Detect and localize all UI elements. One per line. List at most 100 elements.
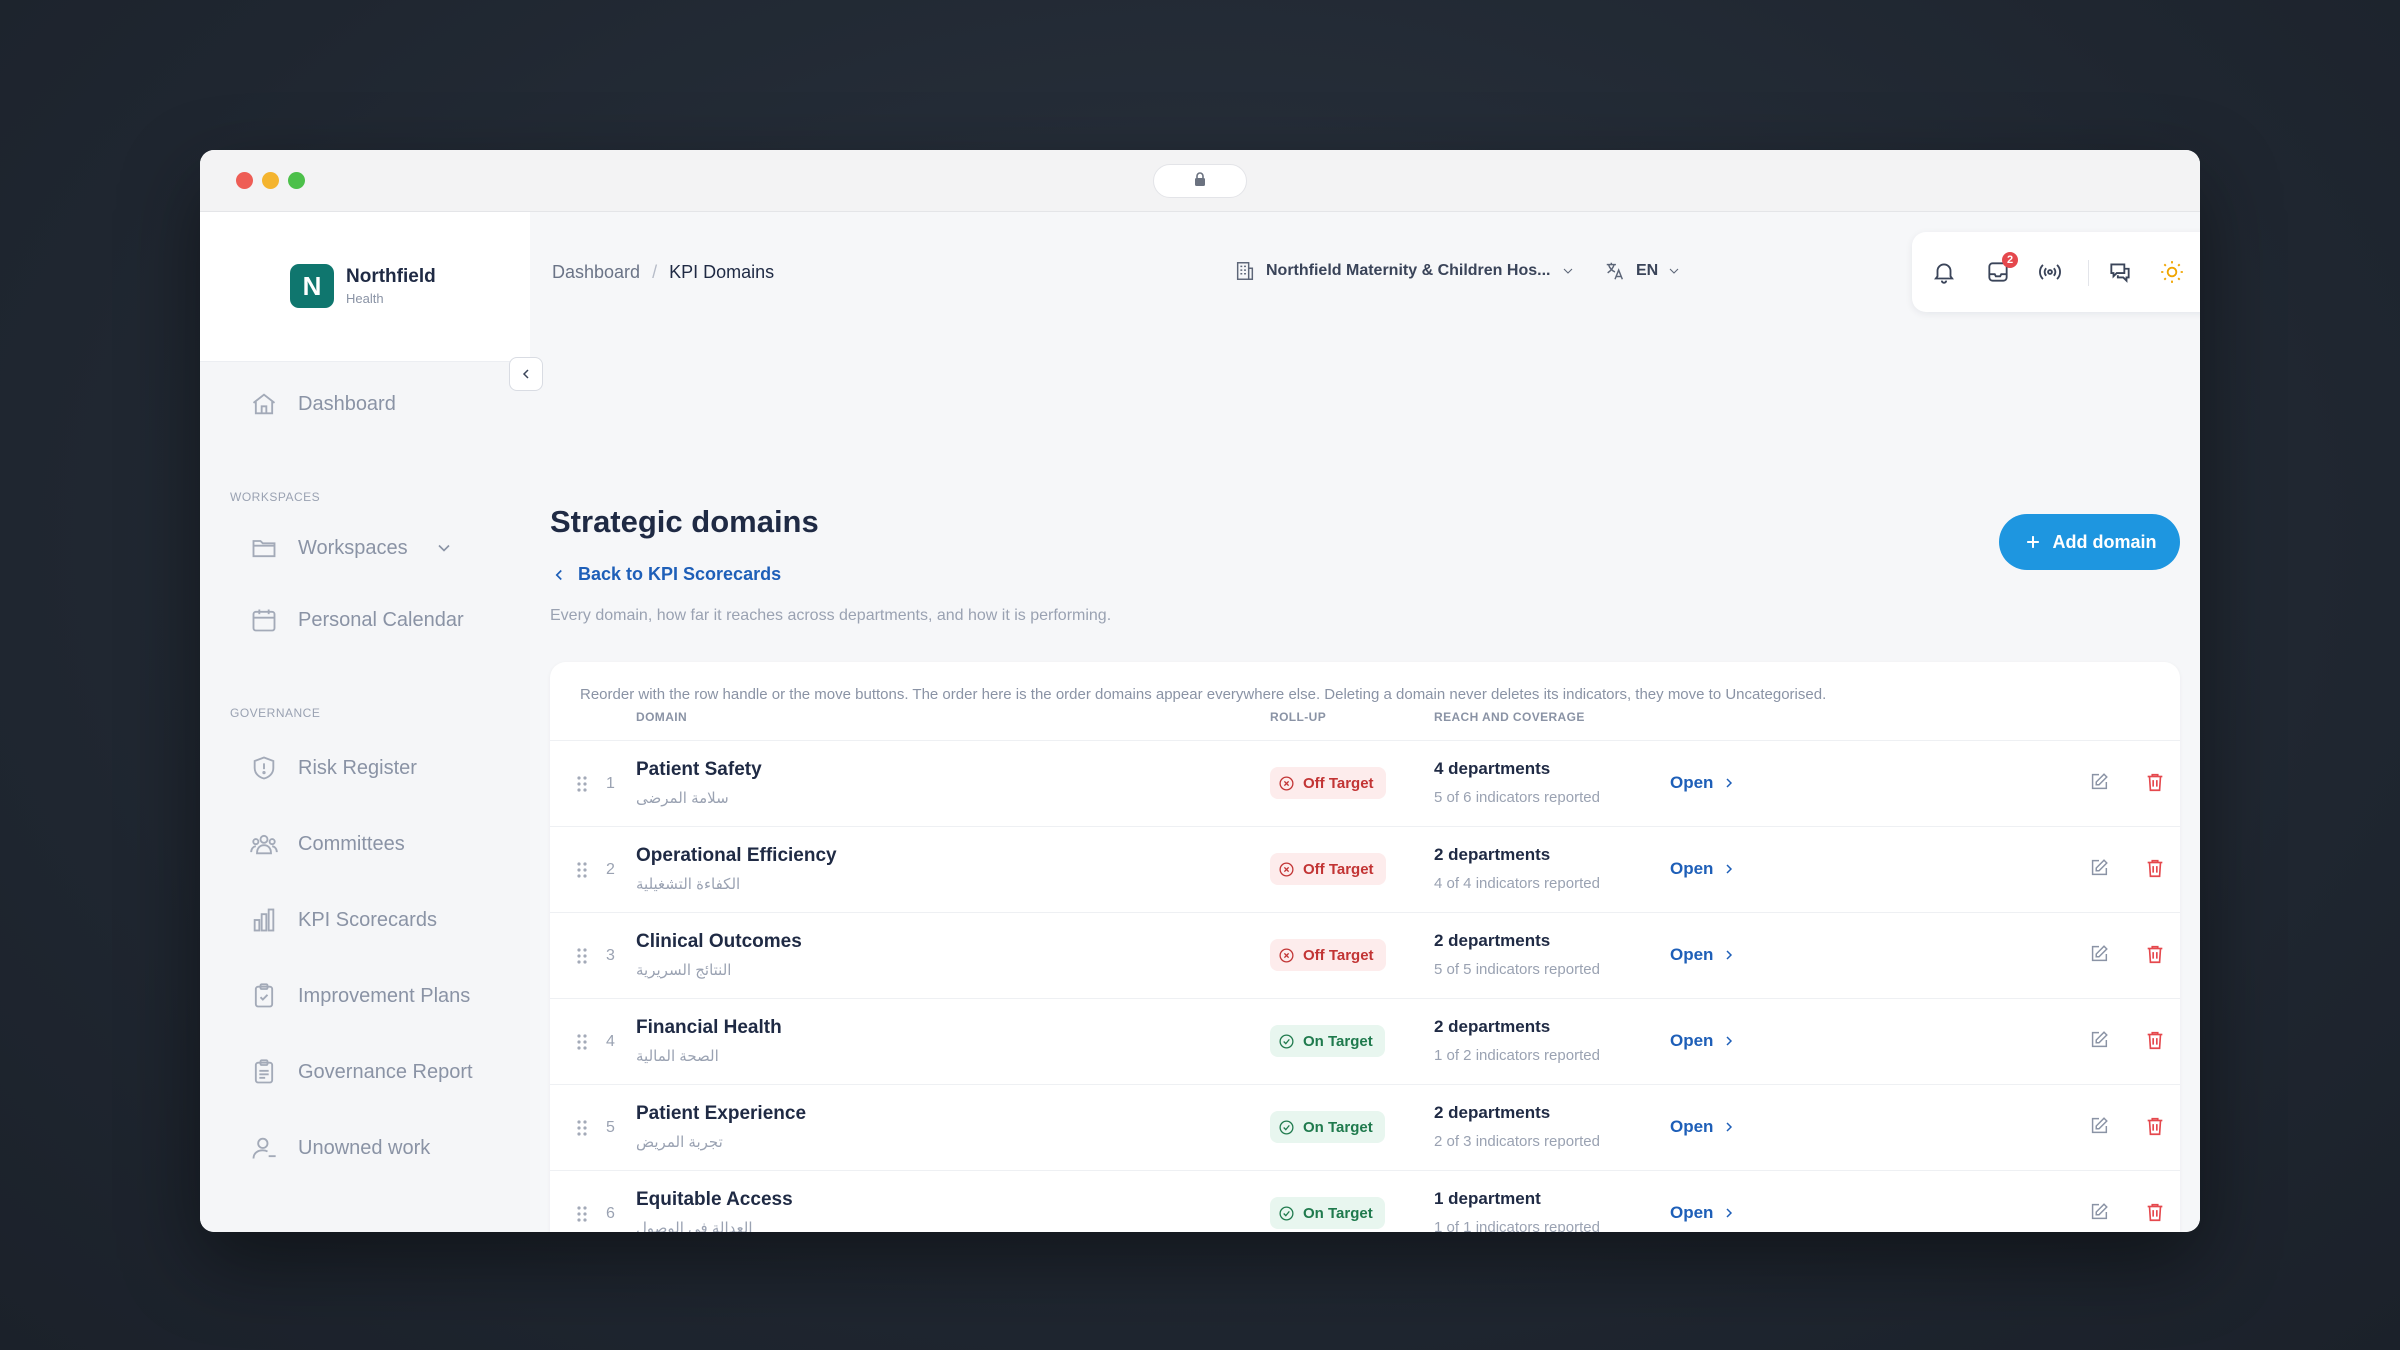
sidebar-item-label: Improvement Plans [298,984,471,1007]
drag-handle[interactable] [576,1205,588,1228]
hospital-selector[interactable]: Northfield Maternity & Children Hos... [1234,260,1576,282]
breadcrumb: Dashboard / KPI Domains [552,262,774,283]
chat-icon [2110,263,2130,283]
edit-domain-button[interactable] [2088,857,2114,883]
calendar-icon [252,609,276,632]
edit-icon [2091,1031,2108,1048]
chevron-down-icon [1564,268,1573,274]
section-label-workspaces: WORKSPACES [230,490,321,504]
edit-domain-button[interactable] [2088,1115,2114,1141]
sidebar-item-unowned-work[interactable]: Unowned work [250,1128,430,1168]
row-index: 1 [606,775,615,792]
open-label: Open [1670,773,1714,792]
report-icon [254,1059,274,1084]
edit-domain-button[interactable] [2088,771,2114,797]
trash-icon [2147,773,2163,792]
minimize-window-button[interactable] [262,172,279,189]
drag-handle[interactable] [576,1033,588,1056]
open-label: Open [1670,859,1714,878]
title-bar [200,150,2200,212]
open-domain-link[interactable]: Open [1670,945,1737,965]
drag-handle[interactable] [576,775,588,798]
messages-button[interactable] [2104,256,2136,288]
open-domain-link[interactable]: Open [1670,1031,1737,1051]
chevron-right-icon [1726,1122,1733,1132]
sidebar: N Northfield Health Dashboard WORKSPACES… [200,212,530,1232]
collapse-sidebar-button[interactable] [509,357,543,391]
row-index: 6 [606,1205,615,1222]
domain-name: Equitable Access [636,1189,793,1210]
table-row: 5 Patient Experience تجربة المريض On Target… [550,1084,2180,1170]
drag-handle[interactable] [576,861,588,884]
close-window-button[interactable] [236,172,253,189]
domain-arabic-name: الكفاءة التشغيلية [636,876,741,893]
open-domain-link[interactable]: Open [1670,773,1737,793]
x-circle-icon [1279,947,1294,963]
add-domain-button[interactable]: Add domain [1999,514,2180,570]
table-row: 1 Patient Safety سلامة المرضى Off Target 4 d… [550,740,2180,826]
domains-table: Reorder with the row handle or the move … [550,662,2180,1232]
drag-handle-icon [577,1034,587,1050]
open-domain-link[interactable]: Open [1670,859,1737,879]
address-bar[interactable] [1153,164,1247,198]
edit-domain-button[interactable] [2088,1029,2114,1055]
brand-logo[interactable]: N [290,264,334,308]
sidebar-item-personal-calendar[interactable]: Personal Calendar [250,600,464,640]
back-to-kpi-scorecards-link[interactable]: Back to KPI Scorecards [550,564,781,585]
edit-icon [2091,773,2108,790]
domain-arabic-name: سلامة المرضى [636,790,729,807]
delete-domain-button[interactable] [2144,1029,2170,1055]
reach-departments: 4 departments [1434,759,1551,778]
delete-domain-button[interactable] [2144,771,2170,797]
coverage-indicators: 1 of 2 indicators reported [1434,1047,1600,1064]
rollup-status-badge: On Target [1270,1111,1385,1143]
table-row: 2 Operational Efficiency الكفاءة التشغيلية… [550,826,2180,912]
domain-arabic-name: تجربة المريض [636,1134,723,1151]
open-label: Open [1670,1117,1714,1136]
lock-icon [1194,171,1206,191]
sidebar-item-dashboard[interactable]: Dashboard [250,384,396,424]
language-selector[interactable]: EN [1604,260,1682,282]
breadcrumb-dashboard-link[interactable]: Dashboard [552,262,640,283]
chevron-down-icon[interactable] [434,538,454,558]
page-title: Strategic domains [550,504,819,539]
notifications-button[interactable] [1928,256,1960,288]
edit-domain-button[interactable] [2088,943,2114,969]
drag-handle-icon [577,862,587,878]
delete-domain-button[interactable] [2144,1115,2170,1141]
sidebar-item-kpi-scorecards[interactable]: KPI Scorecards [250,900,437,940]
table-row: 3 Clinical Outcomes النتائج السريرية Off Ta… [550,912,2180,998]
delete-domain-button[interactable] [2144,943,2170,969]
reach-departments: 1 department [1434,1189,1541,1208]
open-domain-link[interactable]: Open [1670,1203,1737,1223]
rollup-status-badge: On Target [1270,1197,1385,1229]
tasks-button[interactable]: 2 [1982,252,2018,288]
drag-handle-icon [577,1120,587,1136]
maximize-window-button[interactable] [288,172,305,189]
edit-domain-button[interactable] [2088,1201,2114,1227]
reach-departments: 2 departments [1434,845,1551,864]
delete-domain-button[interactable] [2144,857,2170,883]
rollup-status-label: Off Target [1303,946,1374,964]
bell-icon [1934,263,1954,284]
toolbar-divider [2088,260,2089,286]
rollup-status-label: On Target [1303,1204,1373,1222]
drag-handle[interactable] [576,1119,588,1142]
translate-icon [1606,262,1624,280]
sidebar-item-committees[interactable]: Committees [250,824,405,864]
breadcrumb-separator: / [652,262,658,282]
broadcast-button[interactable] [2034,256,2066,288]
delete-domain-button[interactable] [2144,1201,2170,1227]
bar-chart-icon [253,908,275,932]
theme-toggle-button[interactable] [2156,256,2188,288]
open-domain-link[interactable]: Open [1670,1117,1737,1137]
edit-icon [2091,945,2108,962]
sidebar-item-workspaces[interactable]: Workspaces [250,528,474,568]
rollup-status-label: On Target [1303,1032,1373,1050]
x-circle-icon [1279,861,1294,877]
sidebar-item-improvement-plans[interactable]: Improvement Plans [250,976,470,1016]
drag-handle[interactable] [576,947,588,970]
sidebar-item-risk-register[interactable]: Risk Register [250,748,417,788]
sidebar-item-governance-report[interactable]: Governance Report [250,1052,473,1092]
domain-name: Clinical Outcomes [636,931,802,952]
